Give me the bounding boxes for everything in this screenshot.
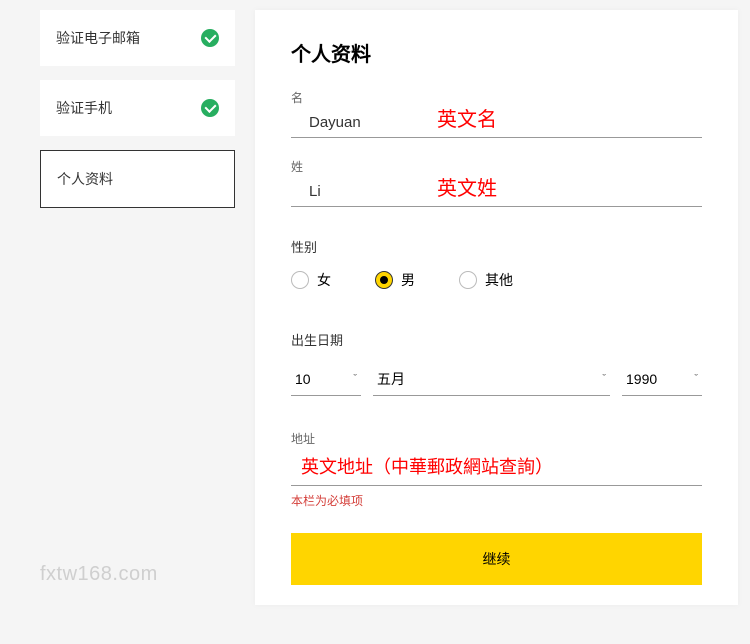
dob-label: 出生日期 — [291, 330, 702, 349]
address-annotation: 英文地址（中華郵政網站查詢） — [301, 457, 553, 477]
first-name-label: 名 — [291, 89, 702, 106]
radio-icon — [459, 271, 477, 289]
dob-month-value: 五月 — [377, 369, 405, 389]
address-label: 地址 — [291, 430, 702, 447]
last-name-field: 姓 英文姓 — [291, 158, 702, 207]
step-sidebar: 验证电子邮箱 验证手机 个人资料 — [40, 10, 235, 605]
page-title: 个人资料 — [291, 38, 702, 67]
chevron-down-icon: ˇ — [694, 373, 698, 385]
gender-other[interactable]: 其他 — [459, 270, 513, 290]
step-verify-email[interactable]: 验证电子邮箱 — [40, 10, 235, 66]
dob-day-select[interactable]: 10 ˇ — [291, 363, 361, 396]
radio-label: 其他 — [485, 270, 513, 290]
address-field: 地址 英文地址（中華郵政網站查詢） 本栏为必填项 — [291, 430, 702, 509]
check-icon — [201, 99, 219, 117]
dob-day-value: 10 — [295, 371, 311, 387]
step-label: 个人资料 — [57, 169, 113, 189]
radio-icon — [291, 271, 309, 289]
first-name-field: 名 英文名 — [291, 89, 702, 138]
first-name-input[interactable] — [291, 108, 702, 138]
step-personal-info[interactable]: 个人资料 — [40, 150, 235, 208]
address-error: 本栏为必填项 — [291, 492, 702, 509]
continue-button[interactable]: 继续 — [291, 533, 702, 585]
dob-year-value: 1990 — [626, 371, 657, 387]
radio-label: 女 — [317, 270, 331, 290]
gender-label: 性别 — [291, 237, 702, 256]
chevron-down-icon: ˇ — [602, 373, 606, 385]
step-label: 验证电子邮箱 — [56, 28, 140, 48]
dob-year-select[interactable]: 1990 ˇ — [622, 363, 702, 396]
dob-month-select[interactable]: 五月 ˇ — [373, 363, 610, 396]
chevron-down-icon: ˇ — [353, 373, 357, 385]
dob-row: 10 ˇ 五月 ˇ 1990 ˇ — [291, 363, 702, 396]
last-name-label: 姓 — [291, 158, 702, 175]
gender-radio-group: 女 男 其他 — [291, 270, 702, 290]
step-verify-phone[interactable]: 验证手机 — [40, 80, 235, 136]
form-panel: 个人资料 名 英文名 姓 英文姓 性别 女 男 其他 — [255, 10, 738, 605]
gender-male[interactable]: 男 — [375, 270, 415, 290]
radio-icon — [375, 271, 393, 289]
check-icon — [201, 29, 219, 47]
last-name-input[interactable] — [291, 177, 702, 207]
gender-female[interactable]: 女 — [291, 270, 331, 290]
step-label: 验证手机 — [56, 98, 112, 118]
address-input[interactable]: 英文地址（中華郵政網站查詢） — [291, 447, 702, 486]
radio-label: 男 — [401, 270, 415, 290]
